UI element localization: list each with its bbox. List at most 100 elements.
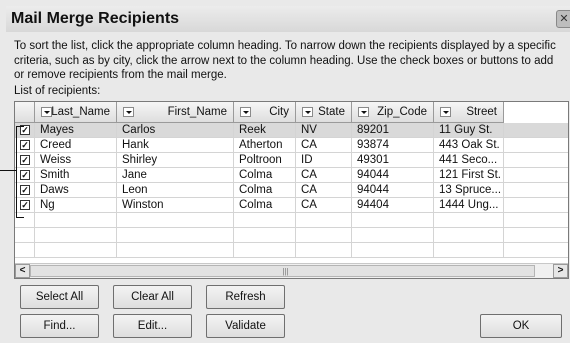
table-cell: CA <box>296 168 352 182</box>
table-cell <box>35 243 117 257</box>
title-bar: Mail Merge Recipients ✕ <box>6 6 570 32</box>
column-header[interactable]: State <box>296 102 352 123</box>
table-cell: Reek <box>234 123 296 137</box>
table-cell: Mayes <box>35 123 117 137</box>
table-cell <box>434 243 504 257</box>
table-cell <box>352 243 434 257</box>
ok-button[interactable]: OK <box>480 314 562 338</box>
validate-button[interactable]: Validate <box>206 314 285 338</box>
clear-all-button[interactable]: Clear All <box>113 285 192 309</box>
edit-button[interactable]: Edit... <box>113 314 192 338</box>
table-cell: ID <box>296 153 352 167</box>
column-header-label: First_Name <box>167 106 227 118</box>
column-header[interactable]: Last_Name <box>35 102 117 123</box>
column-header[interactable]: Zip_Code <box>352 102 434 123</box>
table-cell: 89201 <box>352 123 434 137</box>
table-cell: Poltroon <box>234 153 296 167</box>
table-cell: 94404 <box>352 198 434 212</box>
table-cell: 1444 Ung... <box>434 198 504 212</box>
column-header[interactable]: Street <box>434 102 504 123</box>
table-row[interactable]: ✓ Weiss Shirley Poltroon ID 49301 441 Seco... <box>15 153 568 168</box>
column-header-label: Last_Name <box>51 106 110 118</box>
column-header[interactable]: City <box>234 102 296 123</box>
mail-merge-recipients-dialog: Mail Merge Recipients ✕ To sort the list… <box>0 0 570 343</box>
table-cell: CA <box>296 198 352 212</box>
filter-dropdown-icon[interactable] <box>123 107 134 117</box>
table-cell: NV <box>296 123 352 137</box>
column-header[interactable]: First_Name <box>117 102 234 123</box>
table-cell <box>296 228 352 242</box>
table-cell: Colma <box>234 168 296 182</box>
row-checkbox-cell <box>15 243 35 257</box>
table-cell: 11 Guy St. <box>434 123 504 137</box>
find-button[interactable]: Find... <box>20 314 99 338</box>
checkbox-callout-bracket <box>16 126 24 218</box>
table-cell: Winston <box>117 198 234 212</box>
table-cell <box>296 243 352 257</box>
table-cell: Shirley <box>117 153 234 167</box>
header-checkbox-column <box>15 102 35 123</box>
filter-dropdown-icon[interactable] <box>440 107 451 117</box>
table-cell <box>234 228 296 242</box>
table-cell <box>296 213 352 227</box>
table-cell: Weiss <box>35 153 117 167</box>
table-cell: Colma <box>234 183 296 197</box>
table-row[interactable]: ✓ Mayes Carlos Reek NV 89201 11 Guy St. <box>15 123 568 138</box>
scroll-thumb[interactable]: ||| <box>30 265 535 277</box>
table-cell: Atherton <box>234 138 296 152</box>
list-of-recipients-label: List of recipients: <box>14 85 101 97</box>
filter-dropdown-icon[interactable] <box>302 107 313 117</box>
table-cell: Creed <box>35 138 117 152</box>
table-cell: Hank <box>117 138 234 152</box>
filter-dropdown-icon[interactable] <box>358 107 369 117</box>
table-cell <box>117 228 234 242</box>
scroll-right-icon[interactable]: > <box>553 264 568 278</box>
select-all-button[interactable]: Select All <box>20 285 99 309</box>
checkbox-callout-line <box>0 170 16 171</box>
table-cell: 94044 <box>352 183 434 197</box>
table-cell <box>352 213 434 227</box>
empty-row <box>15 243 568 258</box>
table-cell: 49301 <box>352 153 434 167</box>
scroll-left-icon[interactable]: < <box>15 264 30 278</box>
table-cell: Ng <box>35 198 117 212</box>
table-cell: 94044 <box>352 168 434 182</box>
table-row[interactable]: ✓ Daws Leon Colma CA 94044 13 Spruce... <box>15 183 568 198</box>
table-cell <box>35 213 117 227</box>
recipients-list[interactable]: Last_Name First_Name City State Zip_Code Stre… <box>14 101 569 279</box>
table-cell: 121 First St. <box>434 168 504 182</box>
table-cell <box>434 213 504 227</box>
column-header-label: City <box>269 106 289 118</box>
table-cell <box>35 228 117 242</box>
table-row[interactable]: ✓ Ng Winston Colma CA 94404 1444 Ung... <box>15 198 568 213</box>
table-cell <box>352 228 434 242</box>
table-cell: 13 Spruce... <box>434 183 504 197</box>
row-checkbox-cell <box>15 228 35 242</box>
table-cell: CA <box>296 138 352 152</box>
close-icon[interactable]: ✕ <box>556 10 570 28</box>
recipient-rows: ✓ Mayes Carlos Reek NV 89201 11 Guy St. ✓ Creed H… <box>15 123 568 258</box>
table-cell: 441 Seco... <box>434 153 504 167</box>
refresh-button[interactable]: Refresh <box>206 285 285 309</box>
dialog-title: Mail Merge Recipients <box>11 10 180 27</box>
table-row[interactable]: ✓ Creed Hank Atherton CA 93874 443 Oak St. <box>15 138 568 153</box>
table-cell: Jane <box>117 168 234 182</box>
column-header-label: State <box>318 106 345 118</box>
column-header-row: Last_Name First_Name City State Zip_Code Stre… <box>15 102 568 123</box>
scroll-grip-icon: ||| <box>282 267 289 276</box>
table-row[interactable]: ✓ Smith Jane Colma CA 94044 121 First St. <box>15 168 568 183</box>
table-cell <box>117 213 234 227</box>
table-cell <box>117 243 234 257</box>
table-cell: 443 Oak St. <box>434 138 504 152</box>
table-cell: Daws <box>35 183 117 197</box>
table-cell: Carlos <box>117 123 234 137</box>
table-cell <box>434 228 504 242</box>
table-cell: Leon <box>117 183 234 197</box>
table-cell <box>234 213 296 227</box>
table-cell: CA <box>296 183 352 197</box>
table-cell <box>234 243 296 257</box>
filter-dropdown-icon[interactable] <box>240 107 251 117</box>
table-cell: Colma <box>234 198 296 212</box>
table-cell: Smith <box>35 168 117 182</box>
horizontal-scrollbar[interactable]: < ||| > <box>15 263 568 278</box>
